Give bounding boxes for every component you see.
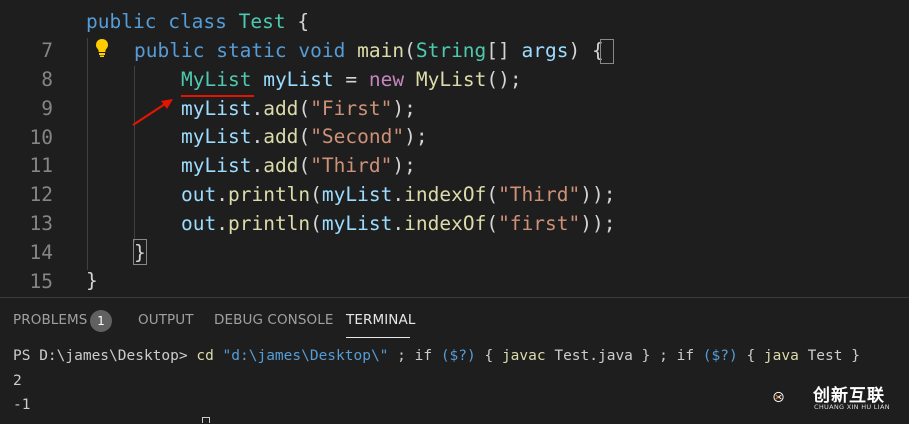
tab-terminal[interactable]: TERMINAL: [346, 312, 415, 328]
code-line: 12 myList.add("Third");: [0, 151, 909, 206]
watermark-subtext: CHUANG XIN HU LIAN: [814, 403, 890, 411]
code-line: 16 }: [0, 266, 909, 321]
tab-problems[interactable]: PROBLEMS: [13, 312, 87, 328]
tab-output[interactable]: OUTPUT: [138, 312, 194, 328]
problems-count-badge: 1: [90, 310, 112, 332]
watermark-logo-icon: [773, 391, 784, 403]
code-line: 13 out.println(myList.indexOf("Third"));: [0, 180, 909, 235]
bracket-match-highlight: [600, 39, 614, 64]
lightbulb-icon[interactable]: [94, 38, 110, 58]
active-tab-indicator: [346, 337, 410, 338]
code-line: 9 MyList myList = new MyList();: [0, 65, 909, 120]
arrow-annotation: [132, 99, 173, 126]
code-line: 7 public class Test {: [0, 7, 909, 62]
tab-debug-console[interactable]: DEBUG CONSOLE: [214, 312, 334, 328]
terminal-output-line: 2: [13, 373, 22, 389]
error-squiggle[interactable]: [181, 95, 254, 97]
code-line: 14 out.println(myList.indexOf("first"));: [0, 209, 909, 264]
terminal-cursor: [202, 417, 210, 423]
code-editor[interactable]: 7 public class Test { 8 public static vo…: [0, 0, 909, 321]
terminal-command-line[interactable]: PS D:\james\Desktop> cd "d:\james\Deskto…: [13, 346, 860, 366]
terminal-output-line: -1: [13, 397, 31, 413]
bracket-match-highlight: [133, 239, 147, 265]
code-line: 8 public static void main(String[] args)…: [0, 36, 909, 91]
